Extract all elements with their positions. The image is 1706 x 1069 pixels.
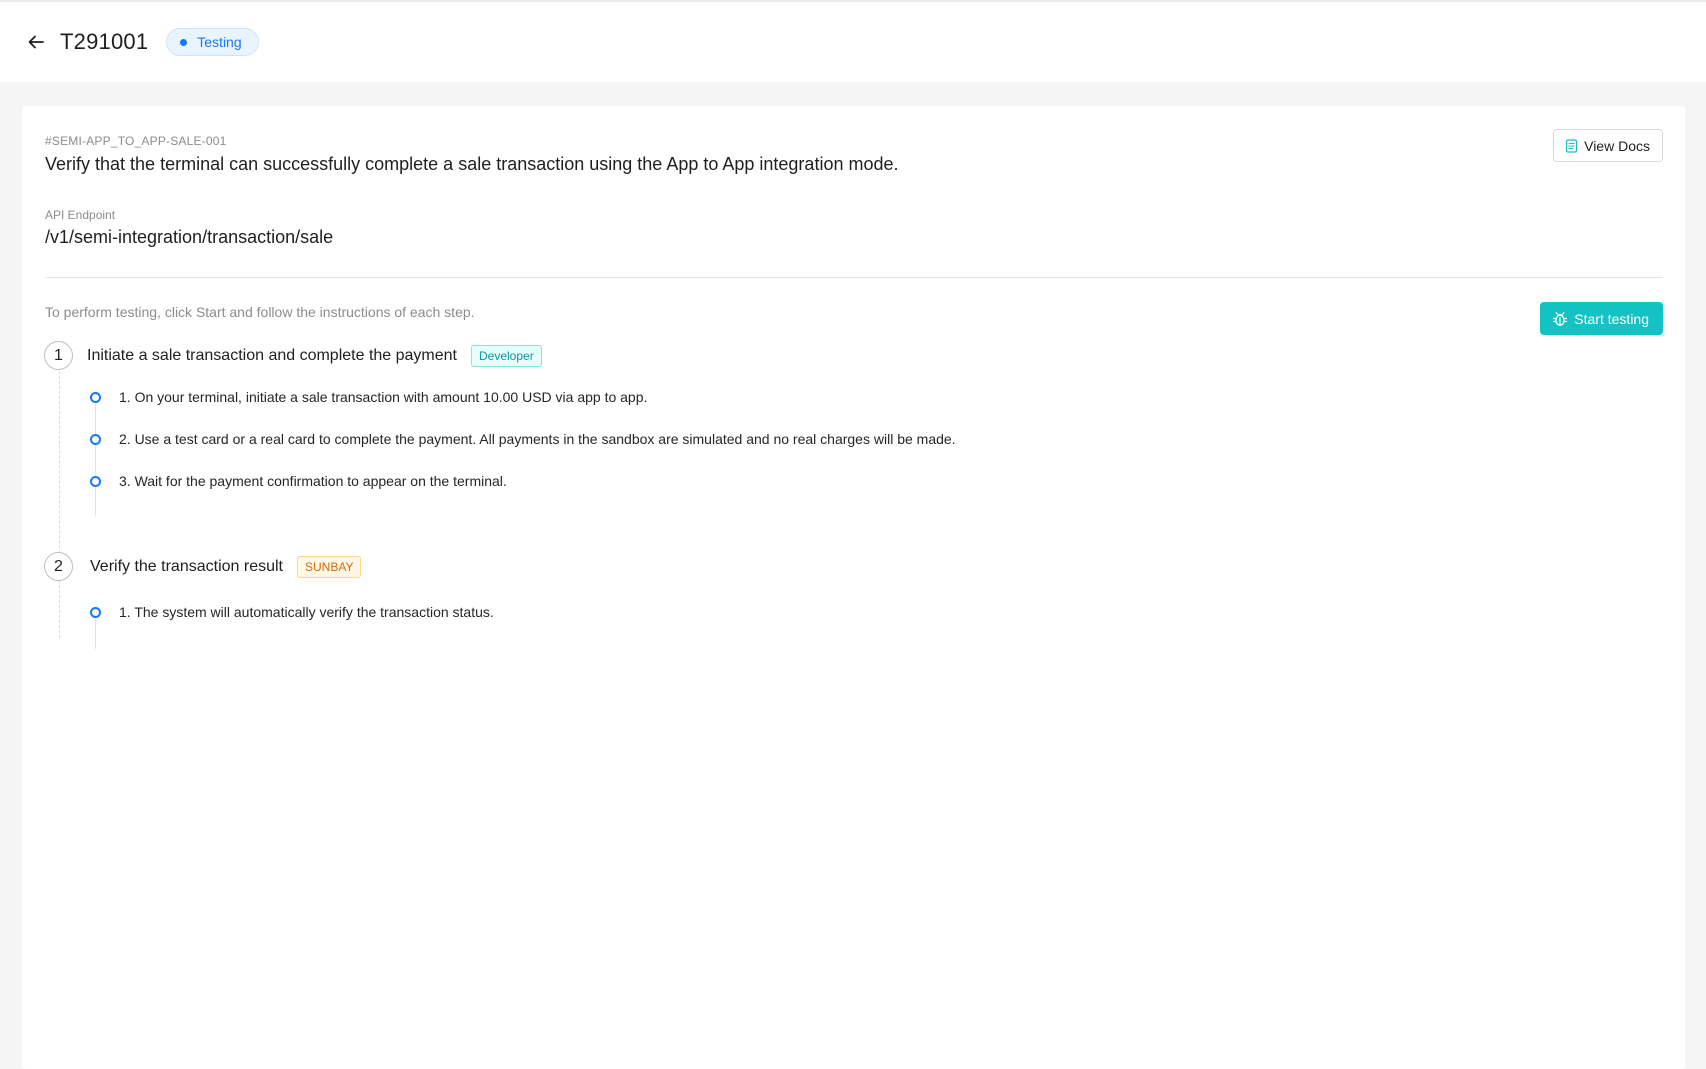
case-id: #SEMI-APP_TO_APP-SALE-001 xyxy=(45,134,227,148)
list-item-text: 1. The system will automatically verify … xyxy=(119,604,494,620)
step-2-header: 2 Verify the transaction result SUNBAY xyxy=(44,552,362,581)
view-docs-label: View Docs xyxy=(1584,137,1650,154)
step-1-header: 1 Initiate a sale transaction and comple… xyxy=(44,341,542,370)
list-item-text: 3. Wait for the payment confirmation to … xyxy=(119,473,507,489)
timeline-dot-icon xyxy=(90,475,101,487)
step-1-timeline xyxy=(95,396,96,516)
status-badge: Testing xyxy=(166,28,259,56)
testing-instructions: To perform testing, click Start and foll… xyxy=(45,304,475,320)
step-connector xyxy=(59,356,60,638)
bug-icon xyxy=(1553,311,1568,326)
document-icon xyxy=(1566,138,1578,153)
list-item: 3. Wait for the payment confirmation to … xyxy=(90,471,507,491)
top-bar: T291001 Testing xyxy=(0,0,1706,82)
endpoint-label: API Endpoint xyxy=(45,208,116,222)
start-testing-button[interactable]: Start testing xyxy=(1540,302,1663,335)
list-item: 1. On your terminal, initiate a sale tra… xyxy=(90,387,647,407)
list-item: 2. Use a test card or a real card to com… xyxy=(90,429,956,449)
list-item: 1. The system will automatically verify … xyxy=(90,602,494,622)
role-tag: Developer xyxy=(471,344,542,367)
case-description: Verify that the terminal can successfull… xyxy=(45,154,899,174)
test-case-card: #SEMI-APP_TO_APP-SALE-001 Verify that th… xyxy=(22,106,1685,1069)
step-number: 1 xyxy=(44,341,73,370)
timeline-dot-icon xyxy=(90,433,101,445)
start-testing-label: Start testing xyxy=(1574,310,1649,327)
timeline-dot-icon xyxy=(90,606,101,618)
page-title: T291001 xyxy=(60,29,149,54)
view-docs-button[interactable]: View Docs xyxy=(1553,129,1663,162)
role-tag: SUNBAY xyxy=(296,555,362,578)
section-divider xyxy=(45,277,1663,278)
arrow-left-icon xyxy=(28,35,44,49)
status-label: Testing xyxy=(197,34,242,50)
status-dot-icon xyxy=(180,38,188,46)
list-item-text: 2. Use a test card or a real card to com… xyxy=(119,431,956,447)
step-title: Verify the transaction result xyxy=(90,557,283,575)
step-title: Initiate a sale transaction and complete… xyxy=(87,346,457,364)
back-button[interactable] xyxy=(24,30,48,54)
list-item-text: 1. On your terminal, initiate a sale tra… xyxy=(119,389,648,405)
endpoint-value: /v1/semi-integration/transaction/sale xyxy=(45,227,334,247)
timeline-dot-icon xyxy=(90,391,101,403)
step-number: 2 xyxy=(44,552,73,581)
